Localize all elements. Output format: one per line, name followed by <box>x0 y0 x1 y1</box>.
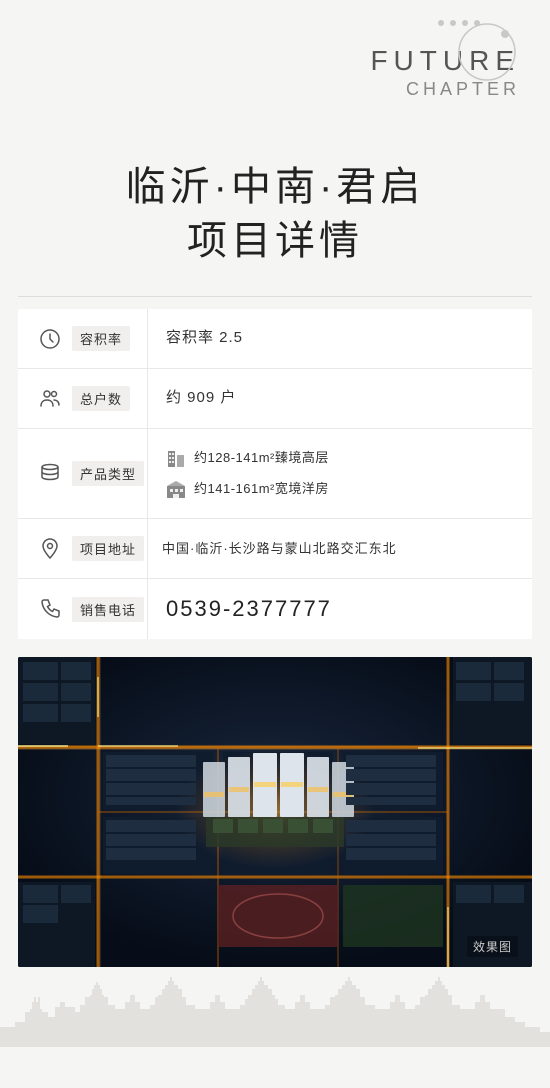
address-value: 中国·临沂·长沙路与蒙山北路交汇东北 <box>162 539 397 559</box>
future-chapter-container: FUTURE CHAPTER <box>370 20 520 100</box>
phone-label-cell: 销售电话 <box>18 579 148 639</box>
product-type-row: 产品类型 <box>18 429 532 519</box>
product-type-icon <box>36 460 64 488</box>
address-label-cell: 项目地址 <box>18 519 148 578</box>
address-row: 项目地址 中国·临沂·长沙路与蒙山北路交汇东北 <box>18 519 532 579</box>
product-item-2: 约141-161m²宽境洋房 <box>166 479 514 500</box>
household-row: 总户数 约 909 户 <box>18 369 532 429</box>
main-title-line2: 项目详情 <box>30 214 520 268</box>
address-label: 项目地址 <box>72 536 144 561</box>
phone-label: 销售电话 <box>72 597 144 622</box>
phone-icon <box>36 595 64 623</box>
product-text-1: 约128-141m²臻境高层 <box>194 448 329 468</box>
main-title-line1: 临沂·中南·君启 <box>30 160 520 214</box>
skyline-section <box>0 967 550 1047</box>
building-image-section: 效果图 <box>18 657 532 967</box>
aerial-map-svg <box>18 657 532 967</box>
plot-ratio-label: 容积率 <box>72 326 130 351</box>
effect-label: 效果图 <box>467 936 518 957</box>
plot-ratio-icon <box>36 325 64 353</box>
product-text-2: 约141-161m²宽境洋房 <box>194 479 329 499</box>
household-value: 约 909 户 <box>166 387 236 410</box>
building-aerial-view <box>18 657 532 967</box>
dot-1 <box>438 20 444 26</box>
phone-row: 销售电话 0539-2377777 <box>18 579 532 639</box>
plot-ratio-row: 容积率 容积率 2.5 <box>18 309 532 369</box>
household-label-cell: 总户数 <box>18 369 148 428</box>
skyline-svg <box>0 967 550 1047</box>
address-value-cell: 中国·临沂·长沙路与蒙山北路交汇东北 <box>148 519 532 578</box>
phone-value: 0539-2377777 <box>166 596 332 622</box>
product-item-1: 约128-141m²臻境高层 <box>166 448 514 469</box>
plot-ratio-value: 容积率 2.5 <box>166 327 243 350</box>
household-value-cell: 约 909 户 <box>148 369 532 428</box>
info-table: 容积率 容积率 2.5 总户数 约 909 户 <box>18 309 532 639</box>
product-type-label: 产品类型 <box>72 461 144 486</box>
phone-value-cell: 0539-2377777 <box>148 579 532 639</box>
circle-decoration <box>455 20 520 85</box>
household-icon <box>36 385 64 413</box>
location-icon <box>36 535 64 563</box>
product-icon-mansion <box>166 480 186 500</box>
product-icon-highrise <box>166 449 186 469</box>
product-value-cell: 约128-141m²臻境高层 约141-161m²宽境洋房 <box>148 429 532 518</box>
plot-ratio-value-cell: 容积率 2.5 <box>148 309 532 368</box>
product-type-label-cell: 产品类型 <box>18 429 148 518</box>
header-section: FUTURE CHAPTER 临沂·中南·君启 项目详情 <box>0 0 550 288</box>
household-label: 总户数 <box>72 386 130 411</box>
plot-ratio-label-cell: 容积率 <box>18 309 148 368</box>
main-title: 临沂·中南·君启 项目详情 <box>30 160 520 268</box>
divider-top <box>18 296 532 297</box>
page-wrapper: FUTURE CHAPTER 临沂·中南·君启 项目详情 容积率 <box>0 0 550 1088</box>
